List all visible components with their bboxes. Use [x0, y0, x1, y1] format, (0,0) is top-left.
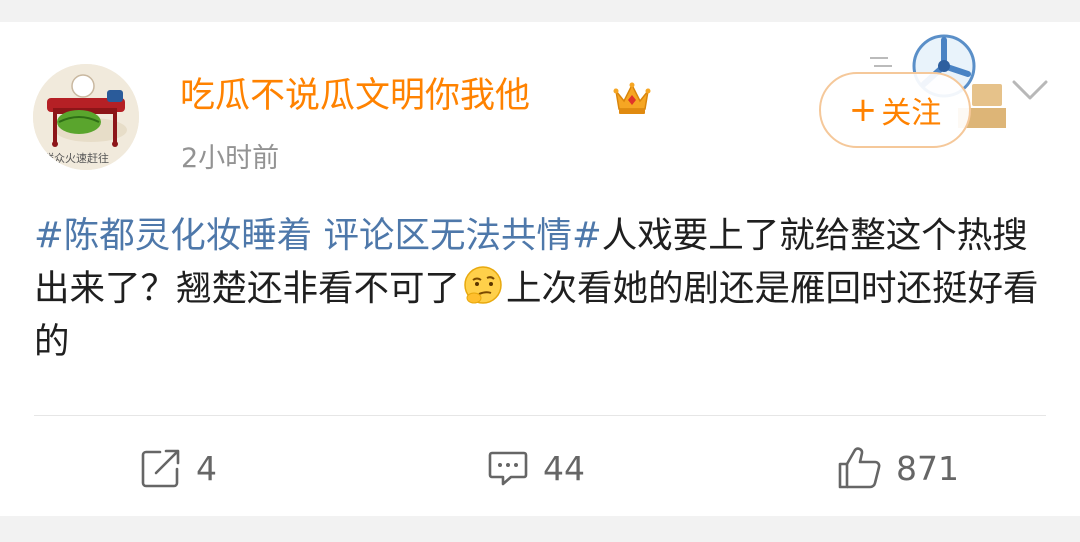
- chevron-down-icon[interactable]: [1010, 76, 1050, 104]
- repost-count: 4: [196, 448, 217, 488]
- comment-icon: [488, 451, 528, 486]
- avatar-caption: 群众火速赶往: [43, 152, 109, 165]
- bottom-separator: [0, 516, 1080, 542]
- plus-icon: +: [848, 90, 878, 130]
- author-name[interactable]: 吃瓜不说瓜文明你我他: [180, 72, 530, 120]
- top-separator: [0, 0, 1080, 22]
- divider: [34, 415, 1046, 416]
- post-text: #陈都灵化妆睡着 评论区无法共情#人戏要上了就给整这个热搜出来了？翘楚还非看不可…: [34, 209, 1049, 368]
- repost-icon: [141, 449, 180, 488]
- comment-button[interactable]: 44: [487, 438, 585, 498]
- author-avatar[interactable]: 群众火速赶往: [33, 64, 139, 170]
- repost-button[interactable]: 4: [140, 438, 217, 498]
- comment-count: 44: [543, 448, 585, 488]
- follow-label: 关注: [881, 96, 942, 131]
- follow-button[interactable]: + 关注: [819, 72, 971, 148]
- thinking-face-icon: [464, 266, 502, 304]
- like-button[interactable]: 871: [836, 438, 959, 498]
- like-icon: [838, 447, 881, 489]
- hashtag-link[interactable]: #陈都灵化妆睡着 评论区无法共情#: [34, 215, 602, 256]
- like-count: 871: [896, 448, 959, 488]
- crown-icon: [613, 82, 651, 114]
- post-time: 2小时前: [181, 143, 280, 174]
